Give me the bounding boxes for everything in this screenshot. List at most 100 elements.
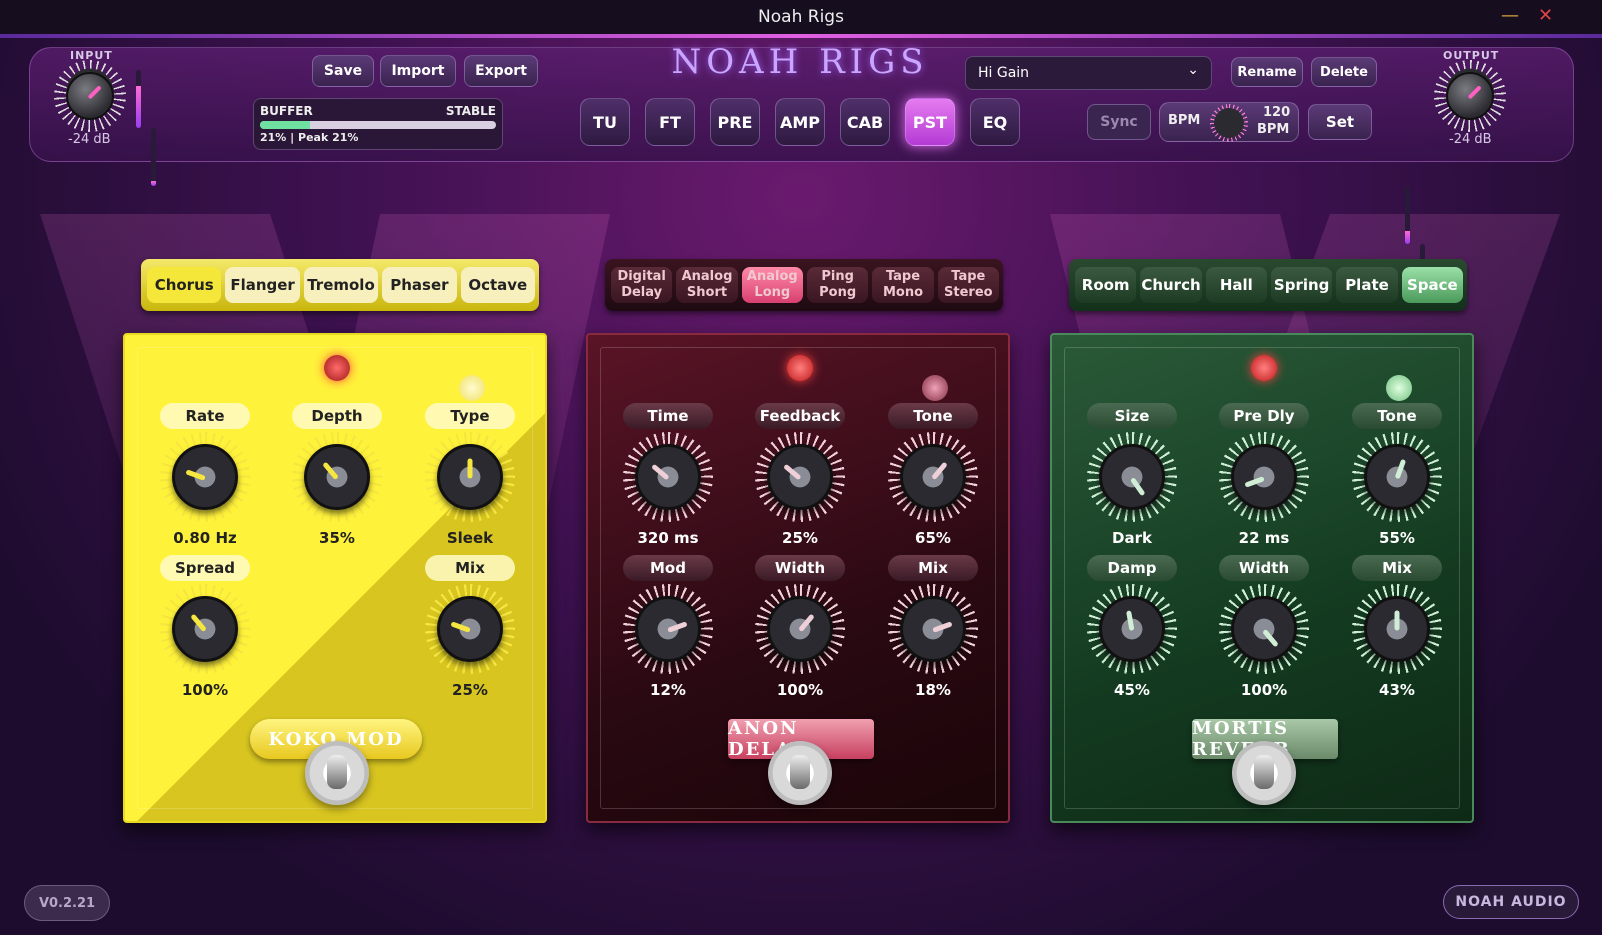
delay-pedal-body: Time 320 ms Feedback 25% Tone 65% Mod 12% Width 1… [586, 333, 1010, 823]
knob-pointer [467, 458, 473, 479]
knob-type[interactable] [425, 432, 515, 522]
set-button[interactable]: Set [1308, 104, 1372, 140]
module-tab-tu[interactable]: TU [580, 98, 630, 146]
tab-tape-stereo[interactable]: Tape Stereo [937, 267, 999, 303]
knob-value-mix: 43% [1379, 681, 1415, 699]
knob-pointer [1129, 477, 1146, 497]
tab-spring[interactable]: Spring [1271, 267, 1333, 303]
brand-badge: NOAH AUDIO [1443, 885, 1579, 919]
knob-mix[interactable] [1352, 584, 1442, 674]
module-tab-ft[interactable]: FT [645, 98, 695, 146]
rename-button[interactable]: Rename [1231, 57, 1303, 87]
knob-pointer [931, 461, 948, 481]
save-button[interactable]: Save [312, 55, 374, 87]
module-tab-eq[interactable]: EQ [970, 98, 1020, 146]
knob-label-tone: Tone [888, 403, 978, 429]
tab-tape-mono[interactable]: Tape Mono [872, 267, 934, 303]
tab-ping-pong[interactable]: Ping Pong [807, 267, 869, 303]
knob-pointer [322, 461, 339, 481]
knob-cap [304, 444, 370, 510]
knob-mix[interactable] [888, 584, 978, 674]
tab-digital-delay[interactable]: Digital Delay [611, 267, 673, 303]
header-accent-line [0, 34, 1602, 38]
buffer-text: 21% | Peak 21% [260, 131, 359, 144]
knob-value-rate: 0.80 Hz [173, 529, 237, 547]
close-icon[interactable]: ✕ [1538, 5, 1553, 26]
import-button[interactable]: Import [380, 55, 456, 87]
knob-pre-dly[interactable] [1219, 432, 1309, 522]
knob-feedback[interactable] [755, 432, 845, 522]
knob-cap [900, 444, 966, 510]
tab-room[interactable]: Room [1075, 267, 1137, 303]
knob-value-width: 100% [776, 681, 824, 699]
knob-pointer [667, 621, 688, 633]
footswitch-lever [327, 755, 347, 789]
tab-tremolo[interactable]: Tremolo [303, 267, 379, 303]
knob-damp[interactable] [1087, 584, 1177, 674]
knob-mod[interactable] [623, 584, 713, 674]
tab-analog-long[interactable]: Analog Long [741, 267, 803, 303]
module-tab-amp[interactable]: AMP [775, 98, 825, 146]
minimize-icon[interactable]: — [1501, 5, 1519, 26]
knob-spread[interactable] [160, 584, 250, 674]
status-led [324, 355, 350, 381]
knob-rate[interactable] [160, 432, 250, 522]
indicator-led [922, 375, 948, 401]
footswitch[interactable] [768, 741, 832, 805]
module-tab-pre[interactable]: PRE [710, 98, 760, 146]
tab-plate[interactable]: Plate [1336, 267, 1398, 303]
sync-button[interactable]: Sync [1087, 104, 1151, 140]
export-button[interactable]: Export [464, 55, 538, 87]
knob-pointer [450, 621, 471, 633]
knob-pointer [190, 613, 207, 633]
footswitch[interactable] [1232, 741, 1296, 805]
knob-width[interactable] [755, 584, 845, 674]
output-gain-knob[interactable] [1434, 60, 1506, 132]
tab-analog-short[interactable]: Analog Short [676, 267, 738, 303]
preset-select[interactable]: Hi Gain ⌄ [965, 56, 1212, 90]
knob-tone[interactable] [888, 432, 978, 522]
knob-cap [172, 596, 238, 662]
knob-width[interactable] [1219, 584, 1309, 674]
tab-chorus[interactable]: Chorus [147, 267, 222, 303]
knob-label-type: Type [425, 403, 515, 429]
tab-phaser[interactable]: Phaser [382, 267, 457, 303]
input-meter-right [151, 128, 156, 186]
tab-church[interactable]: Church [1140, 267, 1202, 303]
knob-pointer [651, 463, 670, 481]
knob-tone[interactable] [1352, 432, 1442, 522]
knob-label-mix: Mix [888, 555, 978, 581]
knob-label-size: Size [1087, 403, 1177, 429]
knob-value-time: 320 ms [637, 529, 699, 547]
knob-cap [437, 444, 503, 510]
input-meter-left [136, 70, 141, 128]
footswitch-lever [790, 755, 810, 789]
knob-value-type: Sleek [446, 529, 494, 547]
knob-label-depth: Depth [292, 403, 382, 429]
knob-cap [767, 444, 833, 510]
delete-button[interactable]: Delete [1311, 57, 1377, 87]
knob-value-mod: 12% [650, 681, 686, 699]
knob-size[interactable] [1087, 432, 1177, 522]
buffer-status: STABLE [445, 104, 496, 118]
knob-time[interactable] [623, 432, 713, 522]
tab-hall[interactable]: Hall [1205, 267, 1267, 303]
knob-label-mod: Mod [623, 555, 713, 581]
knob-cap [1231, 596, 1297, 662]
knob-cap [1364, 596, 1430, 662]
tab-flanger[interactable]: Flanger [225, 267, 300, 303]
tab-space[interactable]: Space [1401, 267, 1463, 303]
input-gain-knob[interactable] [54, 60, 126, 132]
footswitch[interactable] [305, 741, 369, 805]
module-tab-cab[interactable]: CAB [840, 98, 890, 146]
app-logo: NOAH RIGS [671, 42, 929, 82]
module-tab-pst[interactable]: PST [905, 98, 955, 146]
knob-pointer [783, 463, 802, 481]
bpm-unit: BPM [1257, 122, 1290, 137]
knob-label-damp: Damp [1087, 555, 1177, 581]
bpm-knob[interactable] [1210, 104, 1248, 142]
tab-octave[interactable]: Octave [460, 267, 535, 303]
knob-pointer [1244, 476, 1265, 488]
knob-depth[interactable] [292, 432, 382, 522]
knob-mix[interactable] [425, 584, 515, 674]
